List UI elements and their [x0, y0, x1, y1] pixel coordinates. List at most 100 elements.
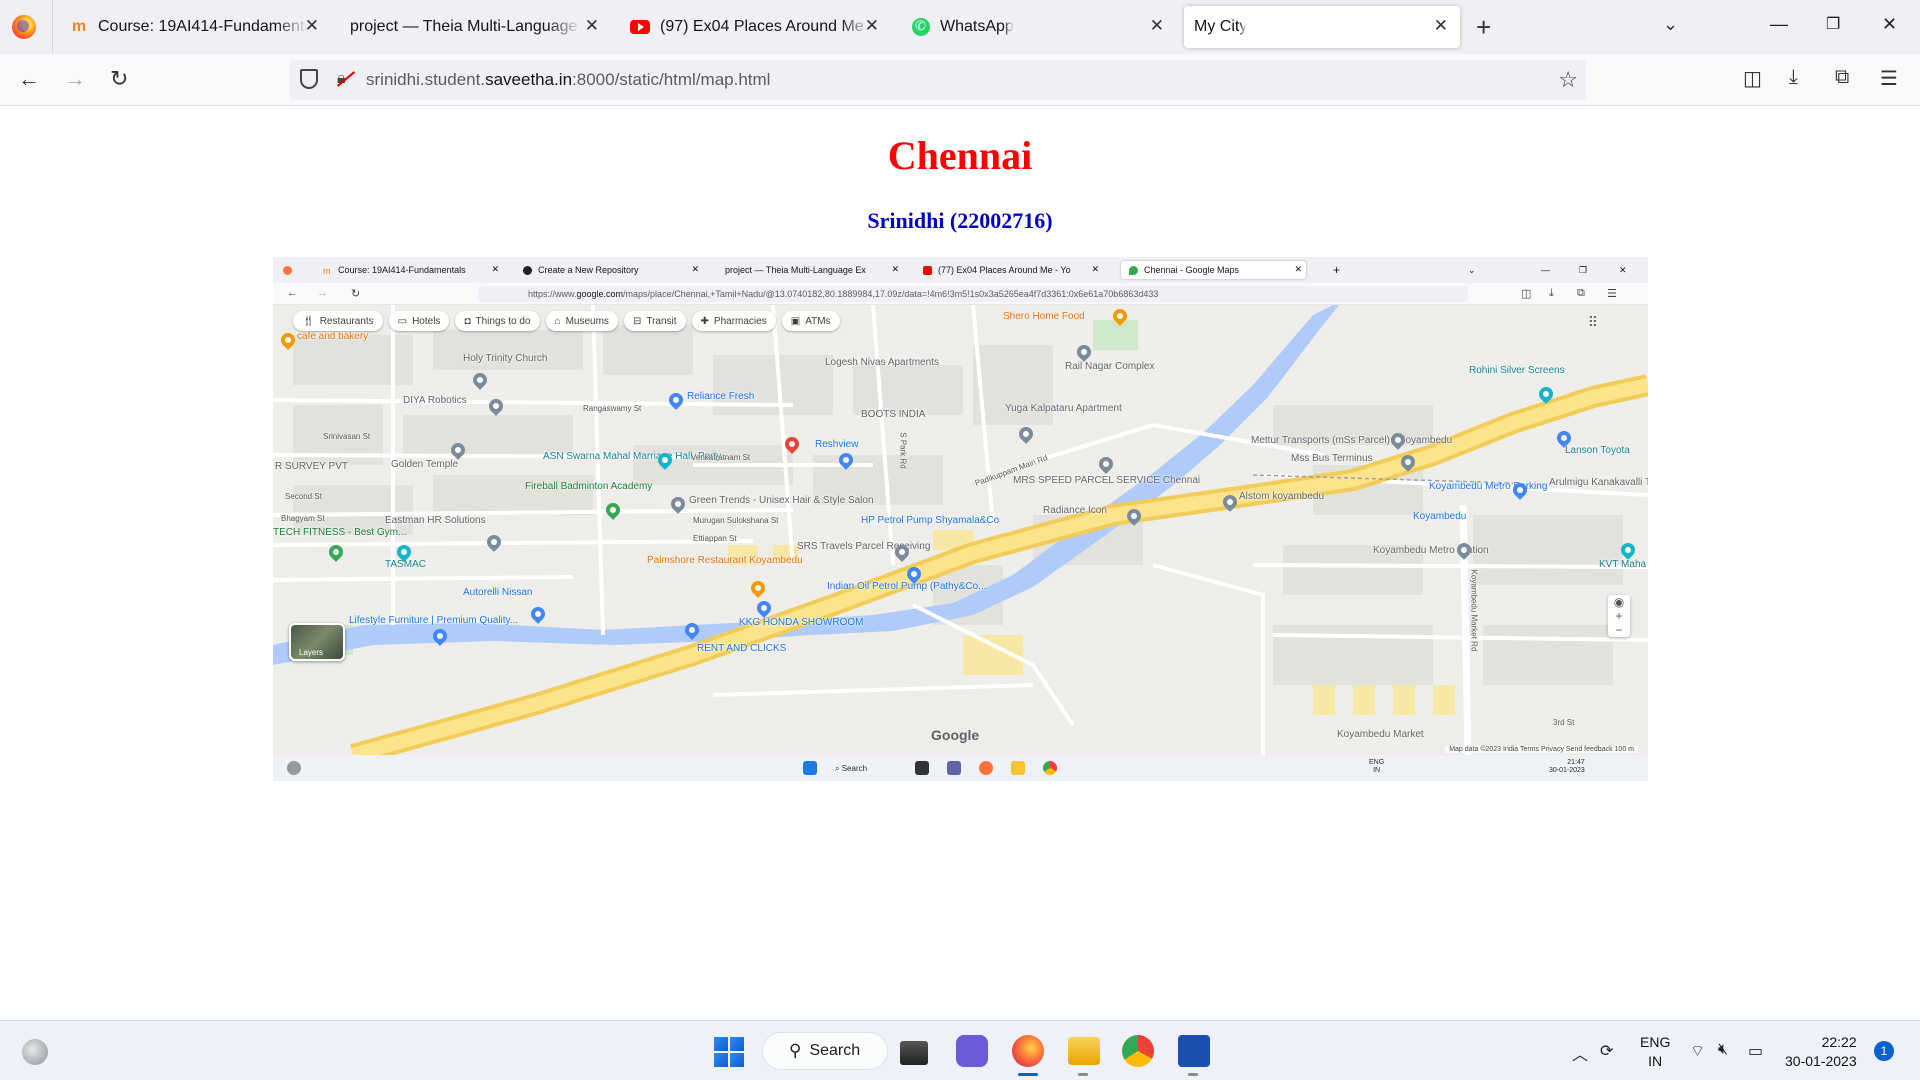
window-close-icon[interactable]: ✕ — [1882, 14, 1897, 35]
url-domain: saveetha.in — [485, 70, 573, 89]
new-tab-icon[interactable]: + — [1476, 12, 1491, 43]
youtube-icon — [923, 265, 932, 275]
url-prefix: https://www. — [528, 289, 577, 299]
chip-hotels: ▭ Hotels — [388, 311, 450, 331]
file-explorer-icon[interactable] — [1068, 1037, 1100, 1065]
map-zoom-controls: ◉ + − — [1608, 595, 1630, 637]
download-icon[interactable]: ⤓ — [1789, 66, 1798, 89]
tab-youtube[interactable]: (97) Ex04 Places Around Me - Yo ✕ — [630, 6, 885, 48]
youtube-icon — [630, 20, 650, 34]
minimize-icon[interactable]: — — [1770, 14, 1788, 35]
battery-icon[interactable]: ▭ — [1748, 1041, 1763, 1061]
windows-start-icon — [803, 761, 817, 775]
place-label: Fireball Badminton Academy — [525, 481, 653, 492]
place-label: SRS Travels Parcel Receiving — [797, 541, 931, 552]
windows-taskbar: ⚲ Search ︿ ⟳ ENG IN ⌔ 🔇︎ ▭ 22:22 30-01-2023… — [0, 1020, 1920, 1080]
screenshot-tab-label: Course: 19AI414-Fundamentals — [338, 265, 466, 275]
place-label: Logesh Nivas Apartments — [825, 357, 939, 368]
screenshot-lang: ENG IN — [1369, 759, 1384, 775]
shield-icon[interactable] — [300, 69, 318, 89]
back-icon[interactable]: ← — [18, 66, 40, 92]
speaker-muted-icon[interactable]: 🔇︎ — [1718, 1041, 1728, 1059]
tab-label: (97) Ex04 Places Around Me - Yo — [660, 18, 872, 35]
screenshot-search: ⌕ Search — [835, 764, 868, 773]
tab-course[interactable]: m Course: 19AI414-Fundamentals ✕ — [70, 6, 325, 48]
road-label: Murugan Sulokshana St — [693, 516, 779, 525]
firefox-taskbar-icon[interactable] — [1012, 1035, 1044, 1067]
url-text[interactable]: srinidhi.student.saveetha.in:8000/static… — [366, 70, 770, 90]
chip-label: Pharmacies — [713, 315, 767, 327]
pegman-icon: ◉ — [1613, 595, 1625, 609]
tab-label: WhatsApp — [940, 18, 1014, 35]
weather-icon[interactable] — [22, 1039, 48, 1065]
camera-icon: ◘ — [464, 315, 471, 327]
place-label: MRS SPEED PARCEL SERVICE Chennai — [1013, 475, 1201, 486]
google-logo: Google — [931, 727, 980, 743]
taskbar-clock[interactable]: 22:22 30-01-2023 — [1785, 1033, 1857, 1071]
restore-icon[interactable]: ❐ — [1826, 14, 1840, 34]
extensions-icon: ⧉ — [1577, 287, 1585, 299]
menu-icon[interactable]: ☰ — [1880, 66, 1898, 91]
chrome-icon — [1043, 761, 1057, 775]
search-icon: ⚲ — [789, 1041, 802, 1060]
time-label: 21:47 — [1567, 759, 1585, 766]
url-prefix: srinidhi.student. — [366, 70, 486, 89]
close-icon[interactable]: ✕ — [1150, 16, 1164, 36]
taskbar-search[interactable]: ⚲ Search — [762, 1032, 888, 1070]
teams-chat-icon[interactable] — [956, 1035, 988, 1067]
forward-icon[interactable]: → — [64, 66, 86, 92]
chip-label: Hotels — [412, 315, 441, 327]
word-icon[interactable] — [1178, 1035, 1210, 1067]
close-icon[interactable]: ✕ — [305, 16, 319, 36]
tab-label: My City — [1194, 18, 1248, 35]
extensions-icon[interactable]: ⧉ — [1835, 66, 1849, 89]
close-icon[interactable]: ✕ — [1434, 16, 1448, 36]
weather-icon — [287, 761, 301, 775]
place-label: Green Trends - Unisex Hair & Style Salon — [689, 495, 874, 506]
restore-icon: ❐ — [1579, 264, 1588, 275]
place-label: Koyambedu Market — [1337, 729, 1424, 740]
insecure-lock-icon[interactable]: 🔒︎ — [337, 70, 355, 88]
task-view-icon[interactable] — [900, 1041, 928, 1065]
lang-label: ENG — [1640, 1034, 1671, 1050]
bookmark-star-icon[interactable]: ☆ — [1558, 67, 1578, 93]
layers-button: Layers — [289, 623, 345, 661]
pocket-icon[interactable]: ◫ — [1743, 66, 1762, 91]
place-label: Rail Nagar Complex — [1065, 361, 1155, 372]
place-label: Reliance Fresh — [687, 391, 755, 402]
chrome-icon[interactable] — [1122, 1035, 1154, 1067]
region-label: IN — [1648, 1053, 1663, 1069]
place-label: TASMAC — [385, 559, 426, 570]
close-icon[interactable]: ✕ — [865, 16, 879, 36]
windows-start-button[interactable] — [714, 1037, 744, 1067]
pharmacy-icon: ✚ — [700, 315, 709, 327]
chevron-down-icon[interactable]: ⌄ — [1663, 14, 1678, 35]
chevron-down-icon: ⌄ — [1468, 264, 1476, 275]
close-icon[interactable]: ✕ — [585, 16, 599, 36]
chip-things-to-do: ◘ Things to do — [455, 311, 540, 331]
zoom-out-icon: − — [1615, 623, 1623, 637]
tab-my-city[interactable]: My City ✕ — [1184, 6, 1460, 48]
road-label: Second St — [285, 492, 322, 501]
map-footer: Map data ©2023 India Terms Privacy Send … — [1445, 746, 1638, 753]
menu-icon: ☰ — [1607, 288, 1617, 300]
place-label: Yuga Kalpataru Apartment — [1005, 403, 1122, 414]
screenshot-firefox-icon — [283, 261, 295, 279]
firefox-icon[interactable] — [12, 15, 36, 39]
tab-whatsapp[interactable]: WhatsApp ✕ — [912, 6, 1170, 48]
back-icon: ← — [287, 287, 298, 299]
road-label: Venkatratnam St — [691, 453, 751, 462]
notification-badge[interactable]: 1 — [1874, 1041, 1894, 1061]
task-view-icon — [915, 761, 929, 775]
sync-icon[interactable]: ⟳ — [1600, 1041, 1613, 1061]
reload-icon[interactable]: ↻ — [110, 66, 128, 92]
place-label: Mss Bus Terminus — [1291, 453, 1373, 464]
language-indicator[interactable]: ENG IN — [1640, 1033, 1670, 1071]
tab-theia[interactable]: project — Theia Multi-Language Ex ✕ — [350, 6, 605, 48]
address-bar[interactable]: 🔒︎ srinidhi.student.saveetha.in:8000/sta… — [290, 60, 1586, 100]
close-icon: ✕ — [491, 264, 499, 274]
chevron-up-icon[interactable]: ︿ — [1572, 1041, 1588, 1065]
place-label: Mettur Transports (mSs Parcel) - Koyambe… — [1251, 435, 1453, 446]
url-suffix: :8000/static/html/map.html — [572, 70, 771, 89]
wifi-icon[interactable]: ⌔ — [1690, 1041, 1705, 1061]
